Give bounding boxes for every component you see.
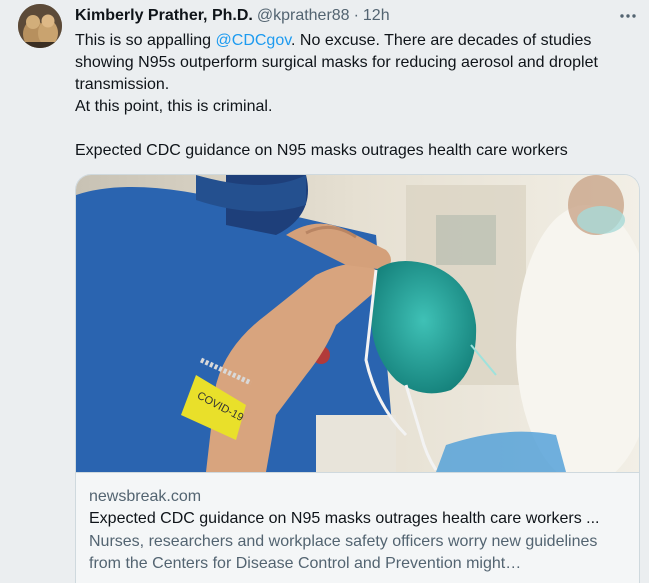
separator-dot: · [353,7,359,24]
tweet[interactable]: Kimberly Prather, Ph.D. @kprather88 · 12… [0,0,649,583]
display-name[interactable]: Kimberly Prather, Ph.D. [75,7,253,25]
user-handle[interactable]: @kprather88 [257,7,350,25]
card-meta[interactable]: newsbreak.com Expected CDC guidance on N… [76,472,639,575]
tweet-paragraph-3: Expected CDC guidance on N95 masks outra… [75,142,568,159]
card-title: Expected CDC guidance on N95 masks outra… [89,510,600,527]
timestamp[interactable]: 12h [363,7,390,25]
tweet-paragraph-2: At this point, this is criminal. [75,98,273,115]
link-card[interactable]: COVID-19 newsbreak.com Expected CDC guid… [75,174,640,583]
news-photo: COVID-19 [76,175,639,472]
card-image[interactable]: COVID-19 [76,175,639,472]
avatar[interactable] [18,4,62,48]
tweet-header: Kimberly Prather, Ph.D. @kprather88 · 12… [75,5,390,27]
more-horizontal-icon [620,14,636,18]
tweet-paragraph-1: This is so appalling @CDCgov. No excuse.… [75,30,635,96]
tweet-text-segment: This is so appalling [75,32,216,49]
mention-link[interactable]: @CDCgov [216,32,292,49]
tweet-text: This is so appalling @CDCgov. No excuse.… [75,30,635,162]
avatar-image [18,4,62,48]
card-description: Nurses, researchers and workplace safety… [89,533,598,572]
card-domain: newsbreak.com [89,488,202,505]
more-options-button[interactable] [617,5,639,27]
